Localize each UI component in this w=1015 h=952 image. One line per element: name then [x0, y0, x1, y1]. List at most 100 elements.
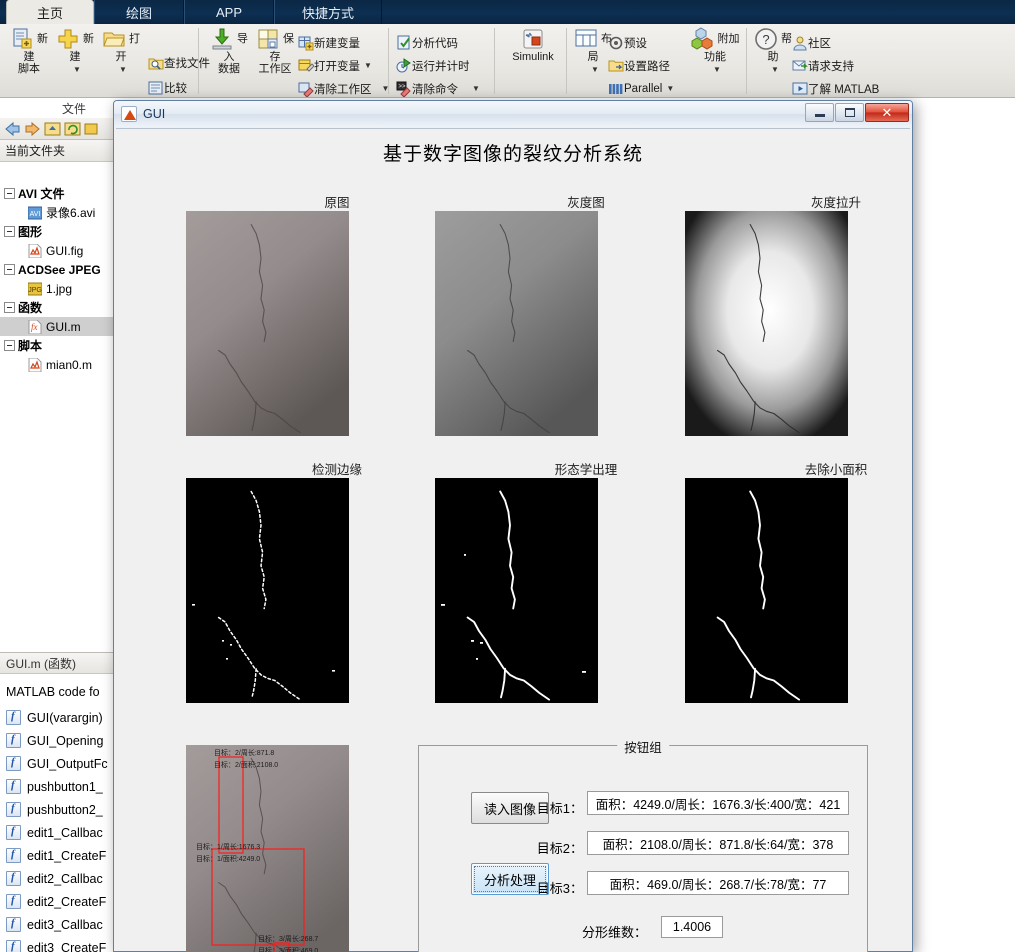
tab-plots[interactable]: 绘图	[94, 0, 184, 24]
button-group-title: 按钮组	[617, 737, 669, 756]
tab-apps[interactable]: APP	[184, 0, 274, 24]
ribbon-new-variable-label: 新建变量	[314, 37, 360, 50]
gui-window[interactable]: GUI ✕ 基于数字图像的裂纹分析系统 原图 灰度图 灰度拉升 检测边缘 形态学…	[113, 100, 913, 952]
ribbon-analyze-code[interactable]: 分析代码	[396, 32, 458, 53]
refresh-folder-icon[interactable]	[64, 121, 81, 137]
up-folder-icon[interactable]	[44, 121, 61, 137]
ribbon-new[interactable]: 新建 ▼	[52, 27, 98, 76]
ribbon-preferences[interactable]: 预设	[608, 32, 647, 53]
svg-text:AVI: AVI	[30, 211, 41, 218]
target1-value[interactable]: 面积：4249.0/周长：1676.3/长:400/宽：421	[587, 791, 849, 815]
ribbon-import-l2: 数据	[218, 63, 240, 75]
ribbon-compare[interactable]: 比较	[148, 77, 187, 98]
chevron-down-icon[interactable]: ▼	[119, 65, 127, 74]
add-ons-icon	[690, 27, 714, 51]
chevron-down-icon[interactable]: ▼	[771, 65, 779, 74]
tree-row-label: 函数	[18, 301, 43, 315]
ribbon-set-path[interactable]: 设置路径	[608, 55, 670, 76]
close-button[interactable]: ✕	[865, 103, 909, 122]
ribbon-clear-commands-label: 清除命令	[412, 83, 458, 96]
axes-edges-image[interactable]	[186, 478, 349, 703]
matlab-membrane-icon	[121, 106, 137, 122]
button-group-panel: 按钮组 读入图像 分析处理 目标1： 面积：4249.0/周长：1676.3/长…	[418, 737, 868, 952]
chevron-down-icon[interactable]: ▼	[713, 65, 721, 74]
axes-clean-image[interactable]	[685, 478, 848, 703]
ribbon-separator	[746, 28, 747, 94]
tree-collapse-icon[interactable]	[4, 340, 15, 351]
function-icon	[6, 733, 21, 748]
tree-collapse-icon[interactable]	[4, 302, 15, 313]
gui-titlebar[interactable]: GUI ✕	[114, 101, 912, 127]
maximize-button[interactable]	[835, 103, 864, 122]
ribbon-find-files[interactable]: 查找文件	[148, 52, 210, 73]
svg-text:JPG: JPG	[28, 287, 42, 294]
set-path-icon	[608, 58, 624, 74]
learn-matlab-icon	[792, 81, 808, 97]
target2-value[interactable]: 面积：2108.0/周长：871.8/长:64/宽：378	[587, 831, 849, 855]
details-function-label: GUI(varargin)	[27, 710, 103, 725]
tree-collapse-icon[interactable]	[4, 264, 15, 275]
ribbon-save-workspace[interactable]: 保存 工作区	[252, 27, 298, 75]
details-function-label: edit2_Callbac	[27, 871, 103, 886]
forward-arrow-icon[interactable]	[24, 121, 40, 137]
axes-title-original: 原图	[324, 196, 350, 210]
ribbon-open[interactable]: 打开 ▼	[98, 27, 144, 76]
ribbon-open-variable[interactable]: 打开变量 ▼	[298, 55, 372, 76]
minimize-button[interactable]	[805, 103, 834, 122]
tree-collapse-icon[interactable]	[4, 226, 15, 237]
folder-path-icon[interactable]	[84, 121, 100, 137]
tree-collapse-icon[interactable]	[4, 188, 15, 199]
axes-gray-image[interactable]	[435, 211, 598, 436]
back-arrow-icon[interactable]	[4, 121, 20, 137]
analyze-code-icon	[396, 35, 412, 51]
ribbon-simulink[interactable]: Simulink	[502, 27, 564, 63]
ribbon-new-variable[interactable]: 新建变量	[298, 32, 360, 53]
details-function-label: edit1_Callbac	[27, 825, 103, 840]
request-support-icon	[792, 58, 808, 74]
ribbon-clear-workspace[interactable]: 清除工作区 ▼	[298, 78, 389, 99]
ribbon-parallel[interactable]: Parallel ▼	[608, 78, 674, 99]
gui-body: 基于数字图像的裂纹分析系统 原图 灰度图 灰度拉升 检测边缘 形态学出理 去除小…	[116, 128, 910, 952]
ribbon-analyze-code-label: 分析代码	[412, 37, 458, 50]
ribbon-run-and-time[interactable]: 运行并计时	[396, 55, 470, 76]
ribbon-clear-commands[interactable]: >> 清除命令 ▼	[396, 78, 480, 99]
tree-row-label: ACDSee JPEG	[18, 262, 101, 277]
ribbon-new-script-l2: 脚本	[18, 63, 40, 75]
ribbon-request-support[interactable]: 请求支持	[792, 55, 854, 76]
tab-shortcuts[interactable]: 快捷方式	[274, 0, 382, 24]
ribbon-community[interactable]: 社区	[792, 32, 831, 53]
fractal-dimension-value[interactable]: 1.4006	[661, 916, 723, 938]
function-icon	[6, 756, 21, 771]
ribbon-simulink-label: Simulink	[512, 51, 554, 63]
axes-annotated-result[interactable]: 目标：2/周长:871.8 目标：2/面积:2108.0 目标：1/周长:1676.…	[186, 745, 349, 952]
tab-home[interactable]: 主页	[6, 0, 94, 24]
ribbon-new-script[interactable]: 新建 脚本	[6, 27, 52, 75]
axes-stretch-image[interactable]	[685, 211, 848, 436]
svg-text:目标：1/周长:1676.3: 目标：1/周长:1676.3	[196, 842, 260, 851]
function-icon	[6, 848, 21, 863]
ribbon-preferences-label: 预设	[624, 37, 647, 50]
chevron-down-icon[interactable]: ▼	[364, 61, 372, 70]
ribbon-separator	[566, 28, 567, 94]
details-function-label: edit1_CreateF	[27, 848, 107, 863]
axes-original-image[interactable]	[186, 211, 349, 436]
chevron-down-icon[interactable]: ▼	[591, 65, 599, 74]
ribbon-add-ons[interactable]: 附加功能 ▼	[686, 27, 744, 76]
ribbon-learn-matlab[interactable]: 了解 MATLAB	[792, 78, 879, 99]
chevron-down-icon[interactable]: ▼	[472, 84, 480, 93]
chevron-down-icon[interactable]: ▼	[666, 84, 674, 93]
ribbon-clear-workspace-label: 清除工作区	[314, 83, 372, 96]
ribbon-separator	[198, 28, 199, 94]
m-function-icon: fx	[28, 319, 42, 334]
ribbon-tabstrip: 主页 绘图 APP 快捷方式	[0, 0, 1015, 24]
chevron-down-icon[interactable]: ▼	[73, 65, 81, 74]
help-icon: ?	[754, 27, 778, 51]
axes-morph-image[interactable]	[435, 478, 598, 703]
target3-value[interactable]: 面积：469.0/周长：268.7/长:78/宽：77	[587, 871, 849, 895]
layout-icon	[574, 27, 598, 51]
ribbon-help[interactable]: ? 帮助 ▼	[750, 27, 796, 76]
find-files-icon	[148, 55, 164, 71]
ribbon-import-data[interactable]: 导入 数据	[206, 27, 252, 75]
clear-workspace-icon	[298, 81, 314, 98]
svg-text:>>: >>	[399, 84, 407, 90]
